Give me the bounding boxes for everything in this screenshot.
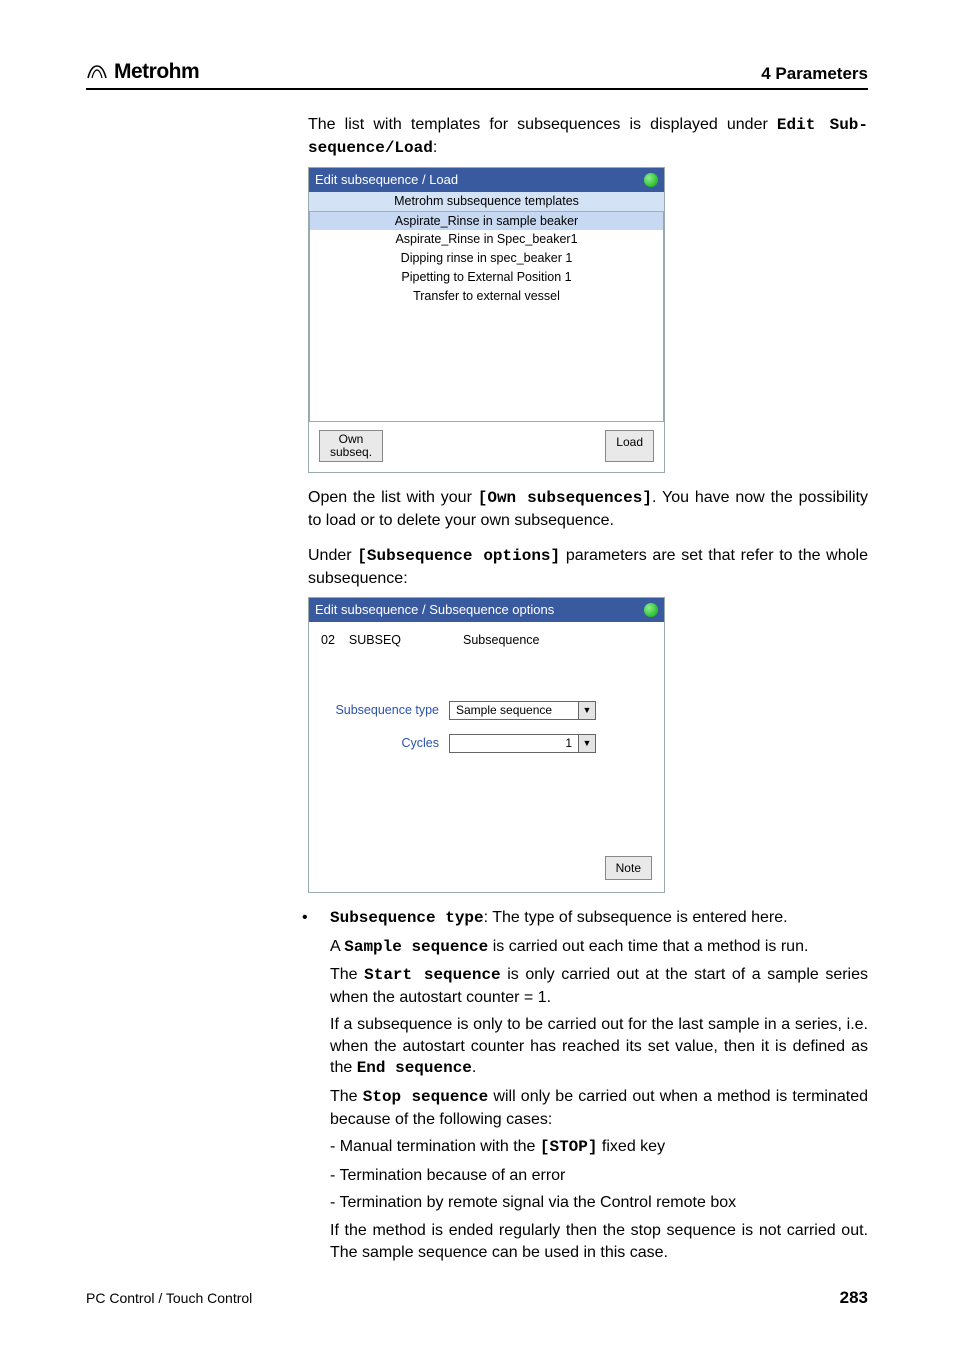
note-button[interactable]: Note [605, 856, 652, 880]
paragraph: The Stop sequence will only be carried o… [330, 1086, 868, 1130]
dialog-titlebar: Edit subsequence / Subsequence options [309, 598, 664, 622]
load-button[interactable]: Load [605, 430, 654, 462]
paragraph: The Start sequence is only carried out a… [330, 964, 868, 1008]
term: Start sequence [364, 966, 501, 984]
text: : The type of subsequence is entered her… [484, 909, 788, 926]
command-code: SUBSEQ [349, 632, 401, 649]
screenshot-options-dialog: Edit subsequence / Subsequence options 0… [308, 597, 665, 893]
paragraph: If a subsequence is only to be carried o… [330, 1014, 868, 1080]
ui-reference: [Own subsequences] [478, 489, 652, 507]
text: The [330, 966, 364, 983]
subsequence-type-select[interactable]: Sample sequence ▼ [449, 701, 596, 720]
list-item[interactable]: Aspirate_Rinse in Spec_beaker1 [310, 230, 663, 249]
text: A [330, 938, 344, 955]
template-list: Aspirate_Rinse in sample beaker Aspirate… [309, 212, 664, 422]
term: Sample sequence [344, 938, 488, 956]
text: is carried out each time that a method i… [488, 938, 808, 955]
own-subseq-button[interactable]: Own subseq. [319, 430, 383, 462]
field-label: Subsequence type [335, 702, 439, 719]
list-header: Metrohm subsequence templates [309, 192, 664, 212]
button-label: subseq. [330, 445, 372, 459]
brand-name: Metrohm [114, 60, 199, 84]
list-item[interactable]: Aspirate_Rinse in sample beaker [310, 212, 663, 231]
list-line: - Termination by remote signal via the C… [330, 1192, 868, 1214]
text: : [433, 139, 437, 156]
dialog-title: Edit subsequence / Load [315, 171, 458, 189]
footer-text: PC Control / Touch Control [86, 1290, 252, 1306]
page-number: 283 [840, 1288, 868, 1308]
command-header: 02 SUBSEQ Subsequence [321, 632, 652, 649]
dialog-titlebar: Edit subsequence / Load [309, 168, 664, 192]
term: End sequence [357, 1059, 472, 1077]
list-item[interactable]: Dipping rinse in spec_beaker 1 [310, 249, 663, 268]
metrohm-logo-icon [86, 64, 108, 80]
page-header: Metrohm 4 Parameters [86, 60, 868, 90]
list-item[interactable]: Transfer to external vessel [310, 287, 663, 306]
list-line: - Manual termination with the [STOP] fix… [330, 1136, 868, 1159]
home-icon[interactable] [644, 173, 658, 187]
text: The [330, 1088, 363, 1105]
key-reference: [STOP] [540, 1138, 598, 1156]
list-item[interactable]: Pipetting to External Position 1 [310, 268, 663, 287]
bullet-item: Subsequence type: The type of subsequenc… [292, 907, 868, 1263]
paragraph: Under [Subsequence options] parameters a… [308, 545, 868, 589]
command-name: Subsequence [463, 632, 539, 649]
list-line: - Termination because of an error [330, 1165, 868, 1187]
chevron-down-icon: ▼ [579, 734, 596, 753]
text: fixed key [597, 1138, 665, 1155]
button-label: Own [339, 432, 364, 446]
term: Subsequence type [330, 909, 484, 927]
chevron-down-icon: ▼ [579, 701, 596, 720]
ui-reference: [Subsequence options] [357, 547, 560, 565]
text: - Manual termination with the [330, 1138, 540, 1155]
cycles-select[interactable]: 1 ▼ [449, 734, 596, 753]
text: . [472, 1059, 476, 1076]
chapter-title: 4 Parameters [761, 64, 868, 84]
paragraph: A Sample sequence is carried out each ti… [330, 936, 868, 959]
screenshot-load-dialog: Edit subsequence / Load Metrohm subseque… [308, 167, 665, 473]
dialog-title: Edit subsequence / Subsequence options [315, 601, 554, 619]
command-index: 02 [321, 632, 335, 649]
select-value: 1 [449, 734, 579, 753]
text: The list with templates for subsequences… [308, 116, 777, 133]
field-label: Cycles [401, 735, 439, 752]
intro-paragraph: The list with templates for subsequences… [308, 114, 868, 159]
text: Under [308, 547, 357, 564]
term: Stop sequence [363, 1088, 489, 1106]
paragraph: Open the list with your [Own subsequence… [308, 487, 868, 531]
text: Open the list with your [308, 489, 478, 506]
brand: Metrohm [86, 60, 199, 84]
page-footer: PC Control / Touch Control 283 [86, 1288, 868, 1308]
paragraph: If the method is ended regularly then th… [330, 1220, 868, 1263]
home-icon[interactable] [644, 603, 658, 617]
select-value: Sample sequence [449, 701, 579, 720]
